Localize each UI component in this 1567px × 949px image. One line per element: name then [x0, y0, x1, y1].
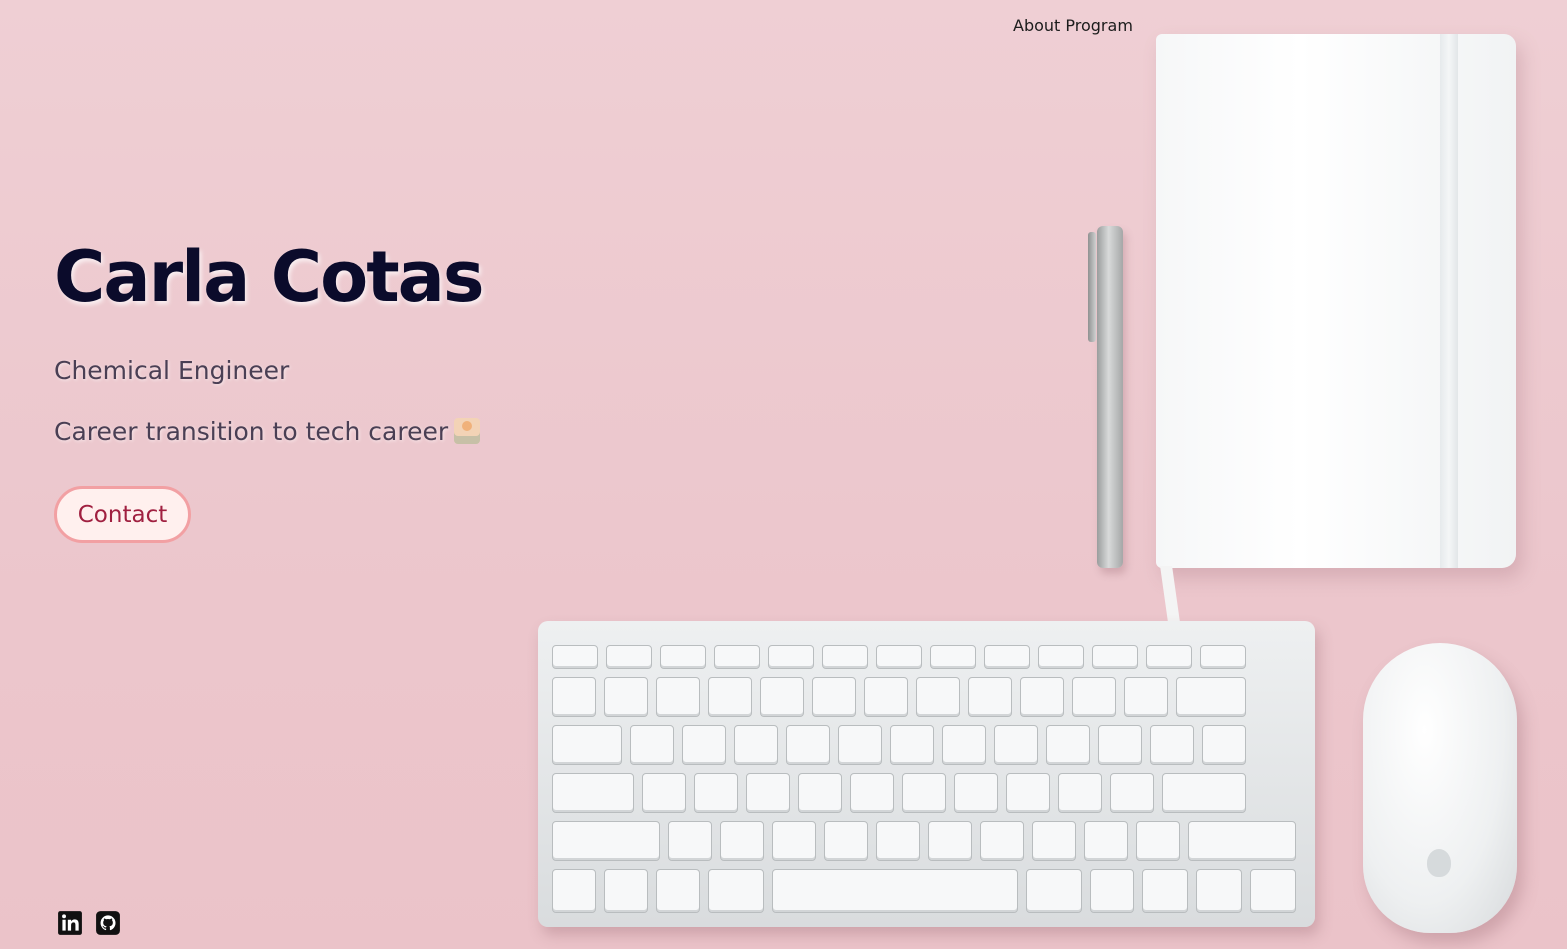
keyboard-key	[1142, 869, 1188, 913]
keyboard-key	[1136, 821, 1180, 861]
keyboard-key	[642, 773, 686, 813]
keyboard-key	[606, 645, 652, 669]
keyboard-key	[604, 869, 648, 913]
keyboard-key	[656, 677, 700, 717]
keyboard-key	[812, 677, 856, 717]
keyboard-key	[916, 677, 960, 717]
keyboard-key	[1176, 677, 1246, 717]
mouse-decoration	[1363, 643, 1517, 933]
keyboard-key	[720, 821, 764, 861]
keyboard-key	[1090, 869, 1134, 913]
keyboard-key	[1084, 821, 1128, 861]
notebook-elastic-band	[1440, 34, 1458, 568]
keyboard-key	[668, 821, 712, 861]
keyboard-key	[694, 773, 738, 813]
keyboard-key	[708, 869, 764, 913]
keyboard-key	[954, 773, 998, 813]
pen-clip	[1088, 232, 1096, 342]
keyboard-key	[714, 645, 760, 669]
keyboard-key	[660, 645, 706, 669]
keyboard-key	[1038, 645, 1084, 669]
keyboard-key	[798, 773, 842, 813]
keyboard-key	[734, 725, 778, 765]
keyboard-key	[682, 725, 726, 765]
keyboard-key	[876, 645, 922, 669]
keyboard-key	[1020, 677, 1064, 717]
notebook-decoration	[1156, 34, 1516, 568]
hero-tagline: Career transition to tech career	[54, 417, 481, 446]
keyboard-key	[1146, 645, 1192, 669]
keyboard-key	[1162, 773, 1246, 813]
keyboard-key	[1110, 773, 1154, 813]
keyboard-key	[930, 645, 976, 669]
keyboard-key	[1092, 645, 1138, 669]
keyboard-key	[1196, 869, 1242, 913]
keyboard-key	[890, 725, 934, 765]
hero-name-heading: Carla Cotas	[54, 236, 485, 318]
keyboard-key	[1150, 725, 1194, 765]
keyboard-key	[1250, 869, 1296, 913]
keyboard-key	[552, 821, 660, 861]
keyboard-key	[864, 677, 908, 717]
keyboard-key	[1124, 677, 1168, 717]
keyboard-key	[1046, 725, 1090, 765]
nav-about-program-link[interactable]: About Program	[1013, 16, 1133, 35]
hero-job-title: Chemical Engineer	[54, 356, 290, 385]
keyboard-key	[1072, 677, 1116, 717]
keyboard-spacebar	[772, 869, 1018, 913]
social-links	[57, 910, 121, 936]
keyboard-key	[552, 677, 596, 717]
keyboard-key	[1098, 725, 1142, 765]
keyboard-key	[630, 725, 674, 765]
keyboard-row	[552, 869, 1296, 913]
keyboard-key	[1200, 645, 1246, 669]
keyboard-key	[1188, 821, 1296, 861]
keyboard-key	[902, 773, 946, 813]
github-icon[interactable]	[95, 910, 121, 936]
keyboard-row	[552, 773, 1246, 813]
keyboard-key	[1032, 821, 1076, 861]
keyboard-key	[552, 869, 596, 913]
notebook-ribbon	[1160, 566, 1180, 622]
keyboard-key	[552, 645, 598, 669]
keyboard-key	[850, 773, 894, 813]
keyboard-key	[1026, 869, 1082, 913]
keyboard-key	[994, 725, 1038, 765]
technologist-emoji-icon	[454, 418, 481, 444]
keyboard-row	[552, 821, 1296, 861]
keyboard-key	[942, 725, 986, 765]
hero-section: Carla Cotas	[54, 236, 485, 318]
keyboard-key	[824, 821, 868, 861]
keyboard-key	[822, 645, 868, 669]
keyboard-key	[1058, 773, 1102, 813]
keyboard-key	[708, 677, 752, 717]
keyboard-key	[1202, 725, 1246, 765]
keyboard-key	[746, 773, 790, 813]
keyboard-key	[838, 725, 882, 765]
keyboard-key	[786, 725, 830, 765]
keyboard-key	[552, 773, 634, 813]
apple-logo-icon	[1427, 849, 1451, 877]
keyboard-key	[984, 645, 1030, 669]
keyboard-row	[552, 677, 1246, 717]
keyboard-key	[552, 725, 622, 765]
keyboard-key	[876, 821, 920, 861]
keyboard-key	[760, 677, 804, 717]
keyboard-key	[656, 869, 700, 913]
contact-button[interactable]: Contact	[54, 486, 191, 543]
linkedin-icon[interactable]	[57, 910, 83, 936]
keyboard-key	[604, 677, 648, 717]
keyboard-key	[768, 645, 814, 669]
keyboard-key	[928, 821, 972, 861]
keyboard-row	[552, 645, 1246, 669]
keyboard-row	[552, 725, 1246, 765]
keyboard-key	[772, 821, 816, 861]
keyboard-key	[1006, 773, 1050, 813]
keyboard-key	[968, 677, 1012, 717]
keyboard-key	[980, 821, 1024, 861]
pen-decoration	[1088, 226, 1123, 568]
hero-tagline-text: Career transition to tech career	[54, 417, 449, 446]
keyboard-decoration	[538, 621, 1315, 927]
